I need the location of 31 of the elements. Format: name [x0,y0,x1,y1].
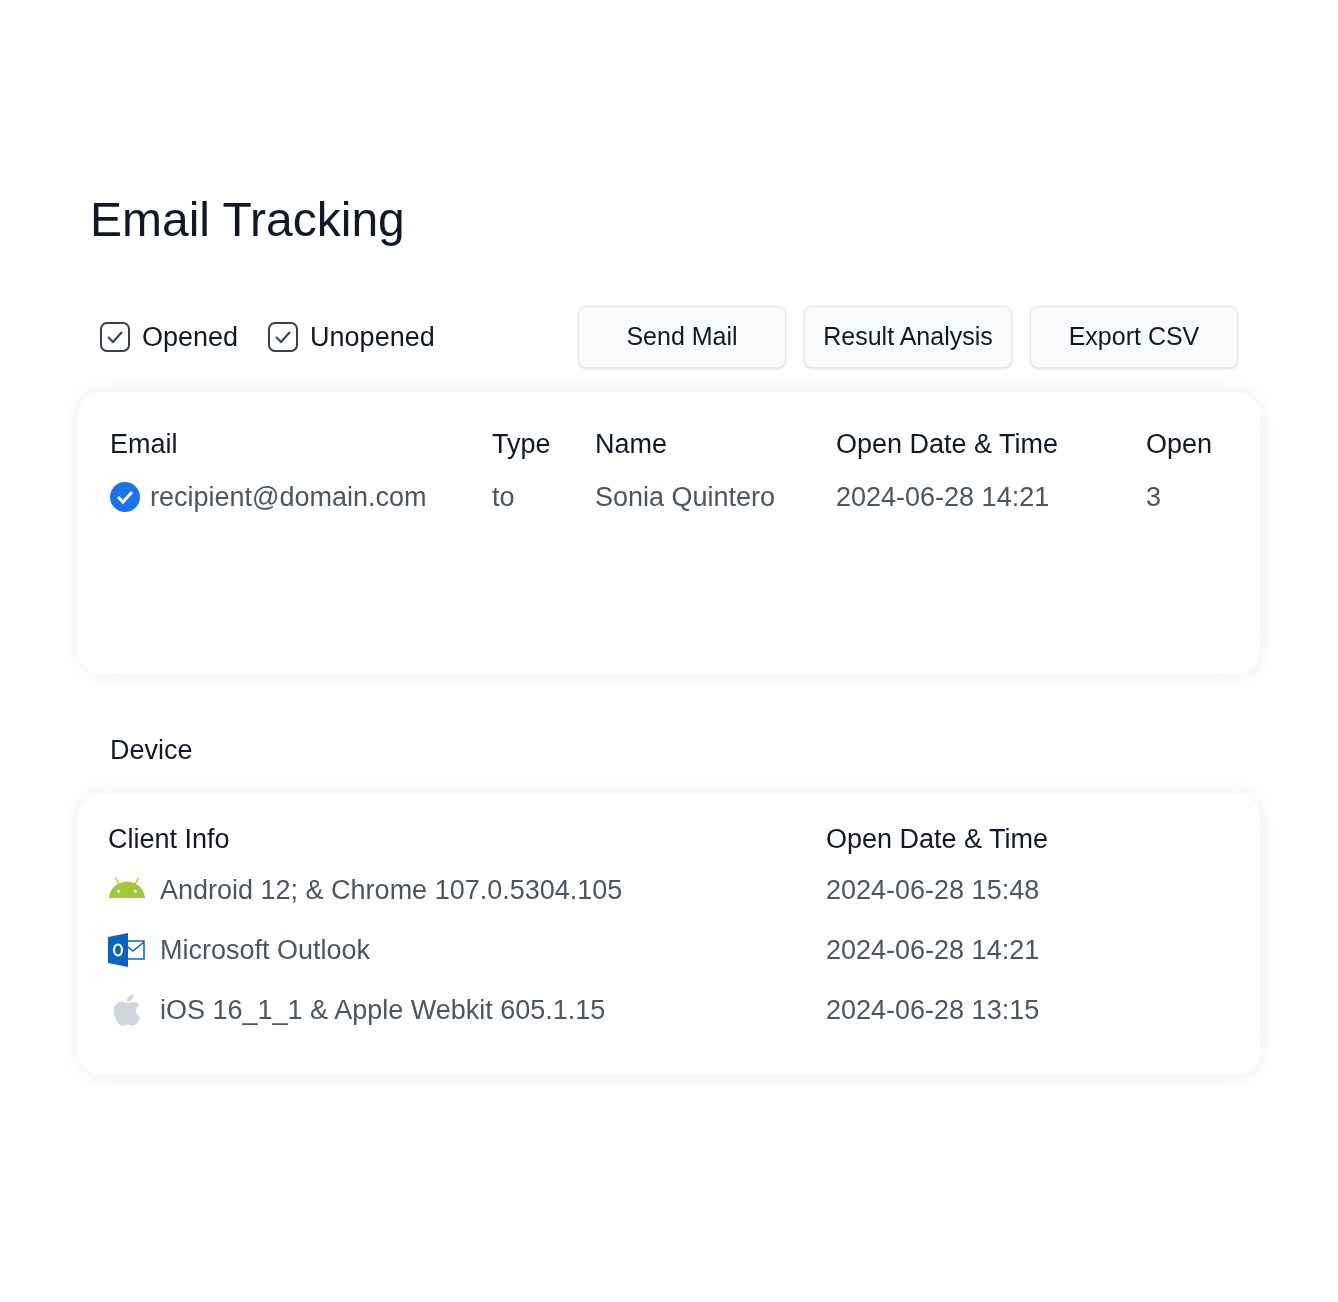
column-header: Email [110,429,178,459]
table-cell-text: Sonia Quintero [595,480,776,514]
action-button[interactable]: Result Analysis [804,306,1012,368]
open-time: 2024-06-28 15:48 [826,873,1040,907]
action-button[interactable]: Export CSV [1030,306,1238,368]
table-cell-text: to [492,480,515,514]
check-icon [106,330,124,344]
column-header: Open [1146,429,1213,459]
client-info: Microsoft Outlook [160,933,371,967]
outlook-icon [108,933,146,967]
checkbox[interactable] [100,322,130,352]
table-cell-text: 2024-06-28 14:21 [836,480,1050,514]
column-header: Open Date & Time [836,429,1059,459]
column-header: Open Date & Time [826,823,1049,854]
filter-label: Unopened [310,320,435,354]
client-info: iOS 16_1_1 & Apple Webkit 605.1.15 [160,993,606,1027]
checkbox[interactable] [268,322,299,352]
page-title: Email Tracking [90,196,406,244]
table-cell-text: 3 [1146,480,1162,514]
table-cell-text: recipient@domain.com [150,480,427,514]
action-button[interactable]: Send Mail [578,306,786,368]
section-title: Device [110,734,194,767]
filter-label: Opened [142,320,239,354]
open-time: 2024-06-28 14:21 [826,933,1040,967]
apple-icon [111,992,143,1028]
column-header: Name [595,429,668,459]
column-header: Client Info [108,823,230,854]
column-header: Type [492,429,551,459]
check-icon [274,330,293,344]
client-info: Android 12; & Chrome 107.0.5304.105 [160,873,623,907]
open-time: 2024-06-28 13:15 [826,993,1040,1027]
